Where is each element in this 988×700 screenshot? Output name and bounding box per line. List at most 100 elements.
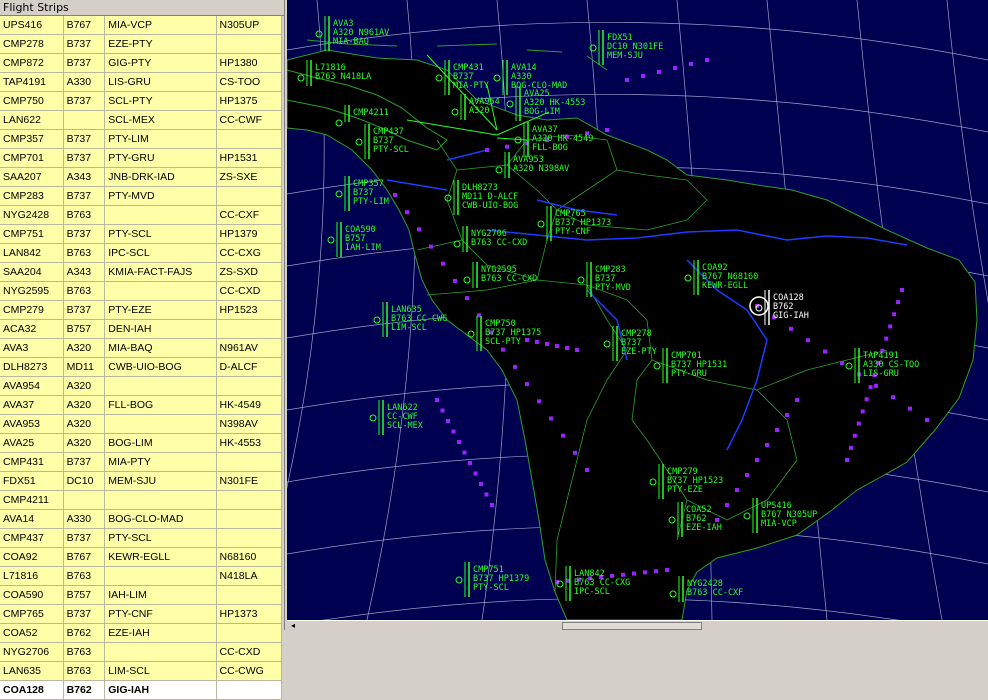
track-dot bbox=[393, 193, 397, 197]
aircraft-symbol bbox=[493, 74, 501, 82]
tag-line: PTY-MVD bbox=[595, 283, 631, 293]
track-dot bbox=[440, 408, 445, 413]
flight-strip-row[interactable]: UPS416 B767 MIA-VCP N305UP bbox=[0, 16, 283, 35]
tag-line: KEWR-EGLL bbox=[702, 281, 748, 291]
strip-callsign: COA590 bbox=[0, 585, 64, 605]
flight-strip-row[interactable]: ACA32 B757 DEN-IAH bbox=[0, 319, 283, 339]
aircraft-tag[interactable]: LAN635B763 CC-CWGLIM-SCL bbox=[373, 302, 447, 337]
strip-route: FLL-BOG bbox=[104, 395, 217, 415]
strip-route: IAH-LIM bbox=[104, 585, 217, 605]
flight-strip-row[interactable]: COA128 B762 GIG-IAH bbox=[0, 680, 283, 700]
flight-strip-row[interactable]: LAN635 B763 LIM-SCL CC-CWG bbox=[0, 661, 283, 681]
track-dot bbox=[864, 397, 869, 402]
flight-strip-row[interactable]: CMP765 B737 PTY-CNF HP1373 bbox=[0, 604, 283, 624]
flight-strip-row[interactable]: AVA37 A320 FLL-BOG HK-4549 bbox=[0, 395, 283, 415]
strip-route: MIA-BAQ bbox=[104, 338, 217, 358]
flight-strip-row[interactable]: NYG2428 B763 CC-CXF bbox=[0, 205, 283, 225]
track-dot bbox=[490, 503, 494, 507]
strip-type: B737 bbox=[63, 186, 106, 206]
tag-line: PTY-LIM bbox=[353, 197, 389, 207]
track-dot bbox=[665, 568, 669, 572]
flight-strip-row[interactable]: AVA25 A320 BOG-LIM HK-4553 bbox=[0, 433, 283, 453]
flight-strip-row[interactable]: FDX51 DC10 MEM-SJU N301FE bbox=[0, 471, 283, 491]
aircraft-tag[interactable]: CMP751B737 HP1379PTY-SCL bbox=[455, 562, 529, 597]
flight-strip-row[interactable]: CMP437 B737 PTY-SCL bbox=[0, 528, 283, 548]
horizontal-scrollbar[interactable]: ◂ bbox=[287, 620, 988, 631]
strip-reg: N418LA bbox=[216, 566, 283, 586]
flight-strip-row[interactable]: L71816 B763 N418LA bbox=[0, 566, 283, 586]
flight-strip-row[interactable]: CMP431 B737 MIA-PTY bbox=[0, 452, 283, 472]
track-dot bbox=[573, 450, 577, 455]
track-dot bbox=[625, 78, 629, 82]
strip-route: GIG-IAH bbox=[104, 680, 217, 700]
flight-strip-row[interactable]: NYG2706 B763 CC-CXD bbox=[0, 642, 283, 662]
flight-strip-row[interactable]: CMP750 B737 SCL-PTY HP1375 bbox=[0, 91, 283, 111]
aircraft-tag[interactable]: CMP357B737PTY-LIM bbox=[335, 176, 389, 211]
strip-route bbox=[104, 642, 217, 662]
flight-strip-row[interactable]: COA52 B762 EZE-IAH bbox=[0, 623, 283, 643]
flight-strip-row[interactable]: DLH8273 MD11 CWB-UIO-BOG D-ALCF bbox=[0, 357, 283, 377]
flight-strip-row[interactable]: COA92 B767 KEWR-EGLL N68160 bbox=[0, 547, 283, 567]
strip-reg: HP1373 bbox=[216, 604, 283, 624]
flight-strip-row[interactable]: LAN842 B763 IPC-SCL CC-CXG bbox=[0, 243, 283, 263]
flight-strip-row[interactable]: CMP279 B737 PTY-EZE HP1523 bbox=[0, 300, 283, 320]
track-dot bbox=[856, 421, 861, 426]
strip-callsign: COA92 bbox=[0, 547, 64, 567]
flight-strip-row[interactable]: COA590 B757 IAH-LIM bbox=[0, 585, 283, 605]
aircraft-tag[interactable]: LAN622CC-CWFSCL-MEX bbox=[369, 400, 424, 435]
flight-strip-row[interactable]: CMP278 B737 EZE-PTY bbox=[0, 34, 283, 54]
flight-strip-row[interactable]: AVA954 A320 bbox=[0, 376, 283, 396]
tag-line: EZE-PTY bbox=[621, 347, 657, 357]
track-dot bbox=[689, 62, 693, 66]
strip-route: DEN-IAH bbox=[104, 319, 217, 339]
track-dot bbox=[525, 382, 529, 387]
flight-strip-row[interactable]: CMP357 B737 PTY-LIM bbox=[0, 129, 283, 149]
aircraft-tag[interactable]: FDX51DC10 N301FEMEM-SJU bbox=[589, 30, 663, 65]
strip-reg: HP1523 bbox=[216, 300, 283, 320]
strip-callsign: NYG2706 bbox=[0, 642, 64, 662]
tag-line: PTY-SCL bbox=[373, 145, 409, 155]
flight-strip-row[interactable]: AVA14 A330 BOG-CLO-MAD bbox=[0, 509, 283, 529]
flight-strip-row[interactable]: CMP283 B737 PTY-MVD bbox=[0, 186, 283, 206]
flight-strip-row[interactable]: TAP4191 A330 LIS-GRU CS-TOO bbox=[0, 72, 283, 92]
flight-strip-row[interactable]: SAA204 A343 KMIA-FACT-FAJS ZS-SXD bbox=[0, 262, 283, 282]
strip-route: BOG-CLO-MAD bbox=[104, 509, 217, 529]
track-dot bbox=[451, 429, 456, 434]
aircraft-symbol bbox=[506, 100, 514, 108]
strip-reg: N961AV bbox=[216, 338, 283, 358]
track-dot bbox=[785, 413, 789, 417]
tag-line: A320 N398AV bbox=[513, 164, 569, 174]
track-dot bbox=[555, 344, 559, 348]
track-dot bbox=[505, 144, 509, 149]
tag-line: SCL-MEX bbox=[387, 421, 424, 431]
flight-strip-row[interactable]: AVA953 A320 N398AV bbox=[0, 414, 283, 434]
flight-strip-row[interactable]: CMP872 B737 GIG-PTY HP1380 bbox=[0, 53, 283, 73]
flight-strip-row[interactable]: CMP4211 bbox=[0, 490, 283, 510]
strip-type: DC10 bbox=[63, 471, 106, 491]
track-dot bbox=[585, 468, 589, 472]
aircraft-tag[interactable]: COA590B757IAH-LIM bbox=[327, 222, 381, 257]
strip-route: LIS-GRU bbox=[104, 72, 217, 92]
strip-type: B767 bbox=[63, 547, 106, 567]
track-dot bbox=[405, 210, 409, 215]
track-dot bbox=[888, 324, 893, 329]
scrollbar-thumb[interactable] bbox=[562, 622, 702, 630]
strip-reg bbox=[216, 509, 283, 529]
tag-line: MIA-VCP bbox=[761, 519, 797, 529]
strip-route: SCL-PTY bbox=[104, 91, 217, 111]
flight-strip-row[interactable]: NYG2595 B763 CC-CXD bbox=[0, 281, 283, 301]
strip-callsign: AVA37 bbox=[0, 395, 64, 415]
flight-strip-row[interactable]: SAA207 A343 JNB-DRK-IAD ZS-SXE bbox=[0, 167, 283, 187]
radar-map[interactable]: AVA3 A320 N961AV MIA-BAQ FDX51 DC10 N301FE ME… bbox=[287, 0, 988, 620]
flight-strip-row[interactable]: AVA3 A320 MIA-BAQ N961AV bbox=[0, 338, 283, 358]
track-dot bbox=[457, 440, 461, 444]
flight-strip-row[interactable]: LAN622 SCL-MEX CC-CWF bbox=[0, 110, 283, 130]
strip-reg: ZS-SXD bbox=[216, 262, 283, 282]
strip-callsign: UPS416 bbox=[0, 16, 64, 35]
strip-type: B737 bbox=[63, 53, 106, 73]
strip-callsign: COA128 bbox=[0, 680, 64, 700]
tag-line: EZE-IAH bbox=[686, 523, 722, 533]
strip-reg: CC-CXD bbox=[216, 642, 283, 662]
flight-strip-row[interactable]: CMP751 B737 PTY-SCL HP1379 bbox=[0, 224, 283, 244]
flight-strip-row[interactable]: CMP701 B737 PTY-GRU HP1531 bbox=[0, 148, 283, 168]
